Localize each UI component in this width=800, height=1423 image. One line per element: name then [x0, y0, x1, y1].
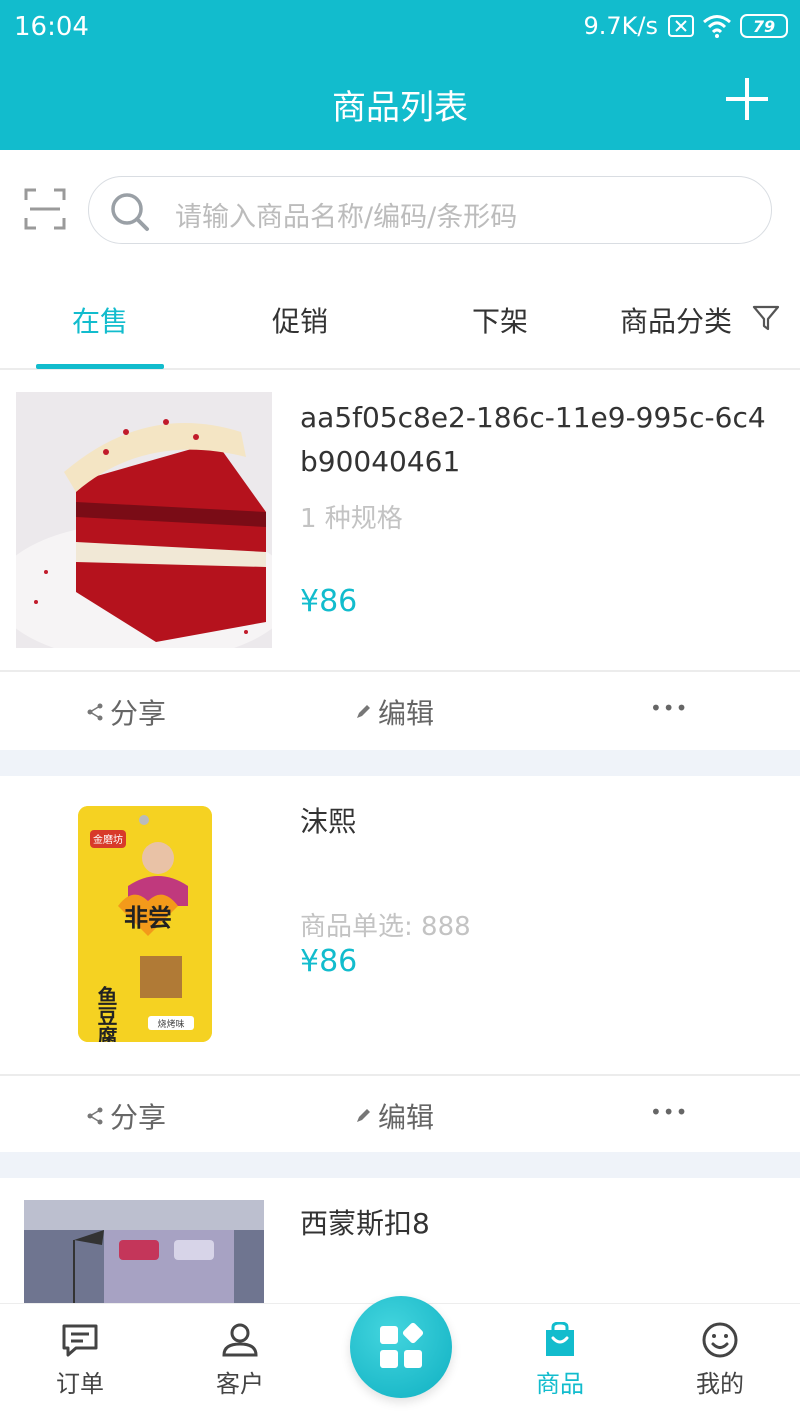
apps-icon [380, 1322, 424, 1368]
status-right: 9.7K/s 79 [583, 12, 788, 40]
status-time: 16:04 [14, 12, 89, 42]
share-label: 分享 [110, 1101, 167, 1134]
nav-customers[interactable]: 客户 [190, 1322, 290, 1399]
product-price: ¥86 [300, 944, 358, 979]
scan-icon[interactable] [24, 188, 66, 230]
product-spec: 1 种规格 [300, 504, 403, 534]
product-card[interactable]: 金磨坊 非尝 鱼豆腐 烧烤味 沫熙 商品单选: 888 ¥86 [0, 776, 800, 1074]
package-product: 鱼豆腐 [94, 985, 118, 1042]
status-bar: 16:04 9.7K/s 79 [0, 0, 800, 56]
workbench-fab-button[interactable] [350, 1296, 452, 1398]
app-header: 16:04 9.7K/s 79 商品列表 [0, 0, 800, 150]
share-button[interactable]: 分享 [86, 1096, 166, 1136]
user-icon [222, 1323, 258, 1357]
smile-icon [702, 1322, 738, 1358]
product-spec: 商品单选: 888 [300, 912, 471, 942]
nav-products[interactable]: 商品 [510, 1322, 610, 1399]
more-button[interactable]: ••• [650, 696, 688, 720]
edit-label: 编辑 [378, 697, 435, 730]
wifi-icon [703, 15, 731, 38]
active-tab-indicator [36, 364, 164, 369]
package-slogan: 非尝 [124, 904, 172, 932]
product-price: ¥86 [300, 584, 358, 619]
sim-x-icon [668, 15, 694, 37]
tab-bar: 在售 促销 下架 商品分类 [0, 270, 800, 370]
search-input[interactable]: 请输入商品名称/编码/条形码 [88, 176, 772, 244]
product-name: aa5f05c8e2-186c-11e9-995c-6c4b90040461 [300, 401, 766, 478]
tab-promotion[interactable]: 促销 [272, 300, 328, 340]
more-button[interactable]: ••• [650, 1100, 688, 1124]
battery-indicator: 79 [740, 14, 788, 38]
search-icon [111, 193, 149, 231]
search-row: 请输入商品名称/编码/条形码 [0, 150, 800, 270]
package-brand: 金磨坊 [93, 833, 123, 846]
tab-on-sale[interactable]: 在售 [72, 300, 128, 340]
product-name: 沫熙 [300, 805, 357, 838]
tab-category[interactable]: 商品分类 [620, 300, 732, 340]
bottom-nav: 订单 客户 商品 我的 [0, 1296, 800, 1423]
product-image [24, 1200, 264, 1303]
nav-orders[interactable]: 订单 [30, 1322, 130, 1399]
card-separator [0, 750, 800, 776]
product-actions: 分享 编辑 ••• [0, 1074, 800, 1152]
filter-icon[interactable] [752, 304, 780, 332]
order-icon [62, 1324, 98, 1357]
nav-customers-label: 客户 [216, 1370, 264, 1398]
nav-me-label: 我的 [696, 1370, 744, 1398]
share-icon [87, 703, 103, 721]
product-card[interactable]: 西蒙斯扣8 [0, 1178, 800, 1303]
nav-products-label: 商品 [536, 1370, 584, 1398]
nav-orders-label: 订单 [56, 1370, 104, 1398]
edit-button[interactable]: 编辑 [354, 1096, 434, 1136]
share-icon [87, 1107, 103, 1125]
pencil-icon [357, 1109, 370, 1122]
search-placeholder: 请输入商品名称/编码/条形码 [175, 202, 518, 233]
edit-button[interactable]: 编辑 [354, 692, 434, 732]
shopping-bag-icon [546, 1322, 574, 1356]
pencil-icon [357, 705, 370, 718]
edit-label: 编辑 [378, 1101, 435, 1134]
net-speed: 9.7K/s [583, 12, 659, 40]
tab-off-shelf[interactable]: 下架 [472, 300, 528, 340]
product-card[interactable]: aa5f05c8e2-186c-11e9-995c-6c4b90040461 1… [0, 372, 800, 670]
nav-me[interactable]: 我的 [670, 1322, 770, 1399]
add-product-button[interactable] [724, 76, 770, 122]
card-separator [0, 1152, 800, 1178]
package-flavor: 烧烤味 [157, 1018, 184, 1030]
share-button[interactable]: 分享 [86, 692, 166, 732]
product-image [16, 392, 272, 648]
share-label: 分享 [110, 697, 167, 730]
page-title: 商品列表 [332, 88, 468, 128]
product-image: 金磨坊 非尝 鱼豆腐 烧烤味 [78, 806, 212, 1042]
product-actions: 分享 编辑 ••• [0, 670, 800, 748]
product-name: 西蒙斯扣8 [300, 1207, 430, 1240]
